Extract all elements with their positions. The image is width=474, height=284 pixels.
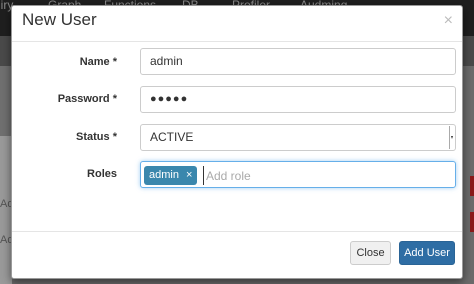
background-edge-red bbox=[470, 176, 474, 196]
dialog-header: New User × bbox=[12, 6, 462, 42]
status-selected-value: ACTIVE bbox=[150, 130, 194, 144]
add-role-input[interactable] bbox=[203, 166, 403, 185]
password-label: Password * bbox=[57, 93, 117, 105]
dialog-title: New User bbox=[22, 10, 97, 29]
remove-tag-icon[interactable]: × bbox=[186, 169, 192, 181]
role-tag-label: admin bbox=[149, 169, 179, 181]
status-label: Status * bbox=[76, 131, 117, 143]
dialog-footer-divider bbox=[12, 231, 462, 232]
password-field[interactable]: ●●●●● bbox=[140, 86, 456, 113]
chevron-down-icon[interactable] bbox=[449, 126, 454, 149]
close-icon[interactable]: × bbox=[444, 12, 453, 30]
status-select[interactable]: ACTIVE bbox=[140, 124, 456, 151]
name-field[interactable]: admin bbox=[140, 48, 456, 75]
roles-label: Roles bbox=[87, 168, 117, 180]
add-user-button[interactable]: Add User bbox=[399, 241, 455, 265]
roles-tag-input[interactable]: admin × bbox=[140, 161, 456, 188]
role-tag-admin: admin × bbox=[144, 166, 198, 185]
close-button[interactable]: Close bbox=[350, 241, 391, 265]
name-label: Name * bbox=[79, 56, 117, 68]
background-edge-red bbox=[470, 212, 474, 232]
new-user-dialog: New User × Name * admin Password * ●●●●●… bbox=[11, 5, 463, 279]
